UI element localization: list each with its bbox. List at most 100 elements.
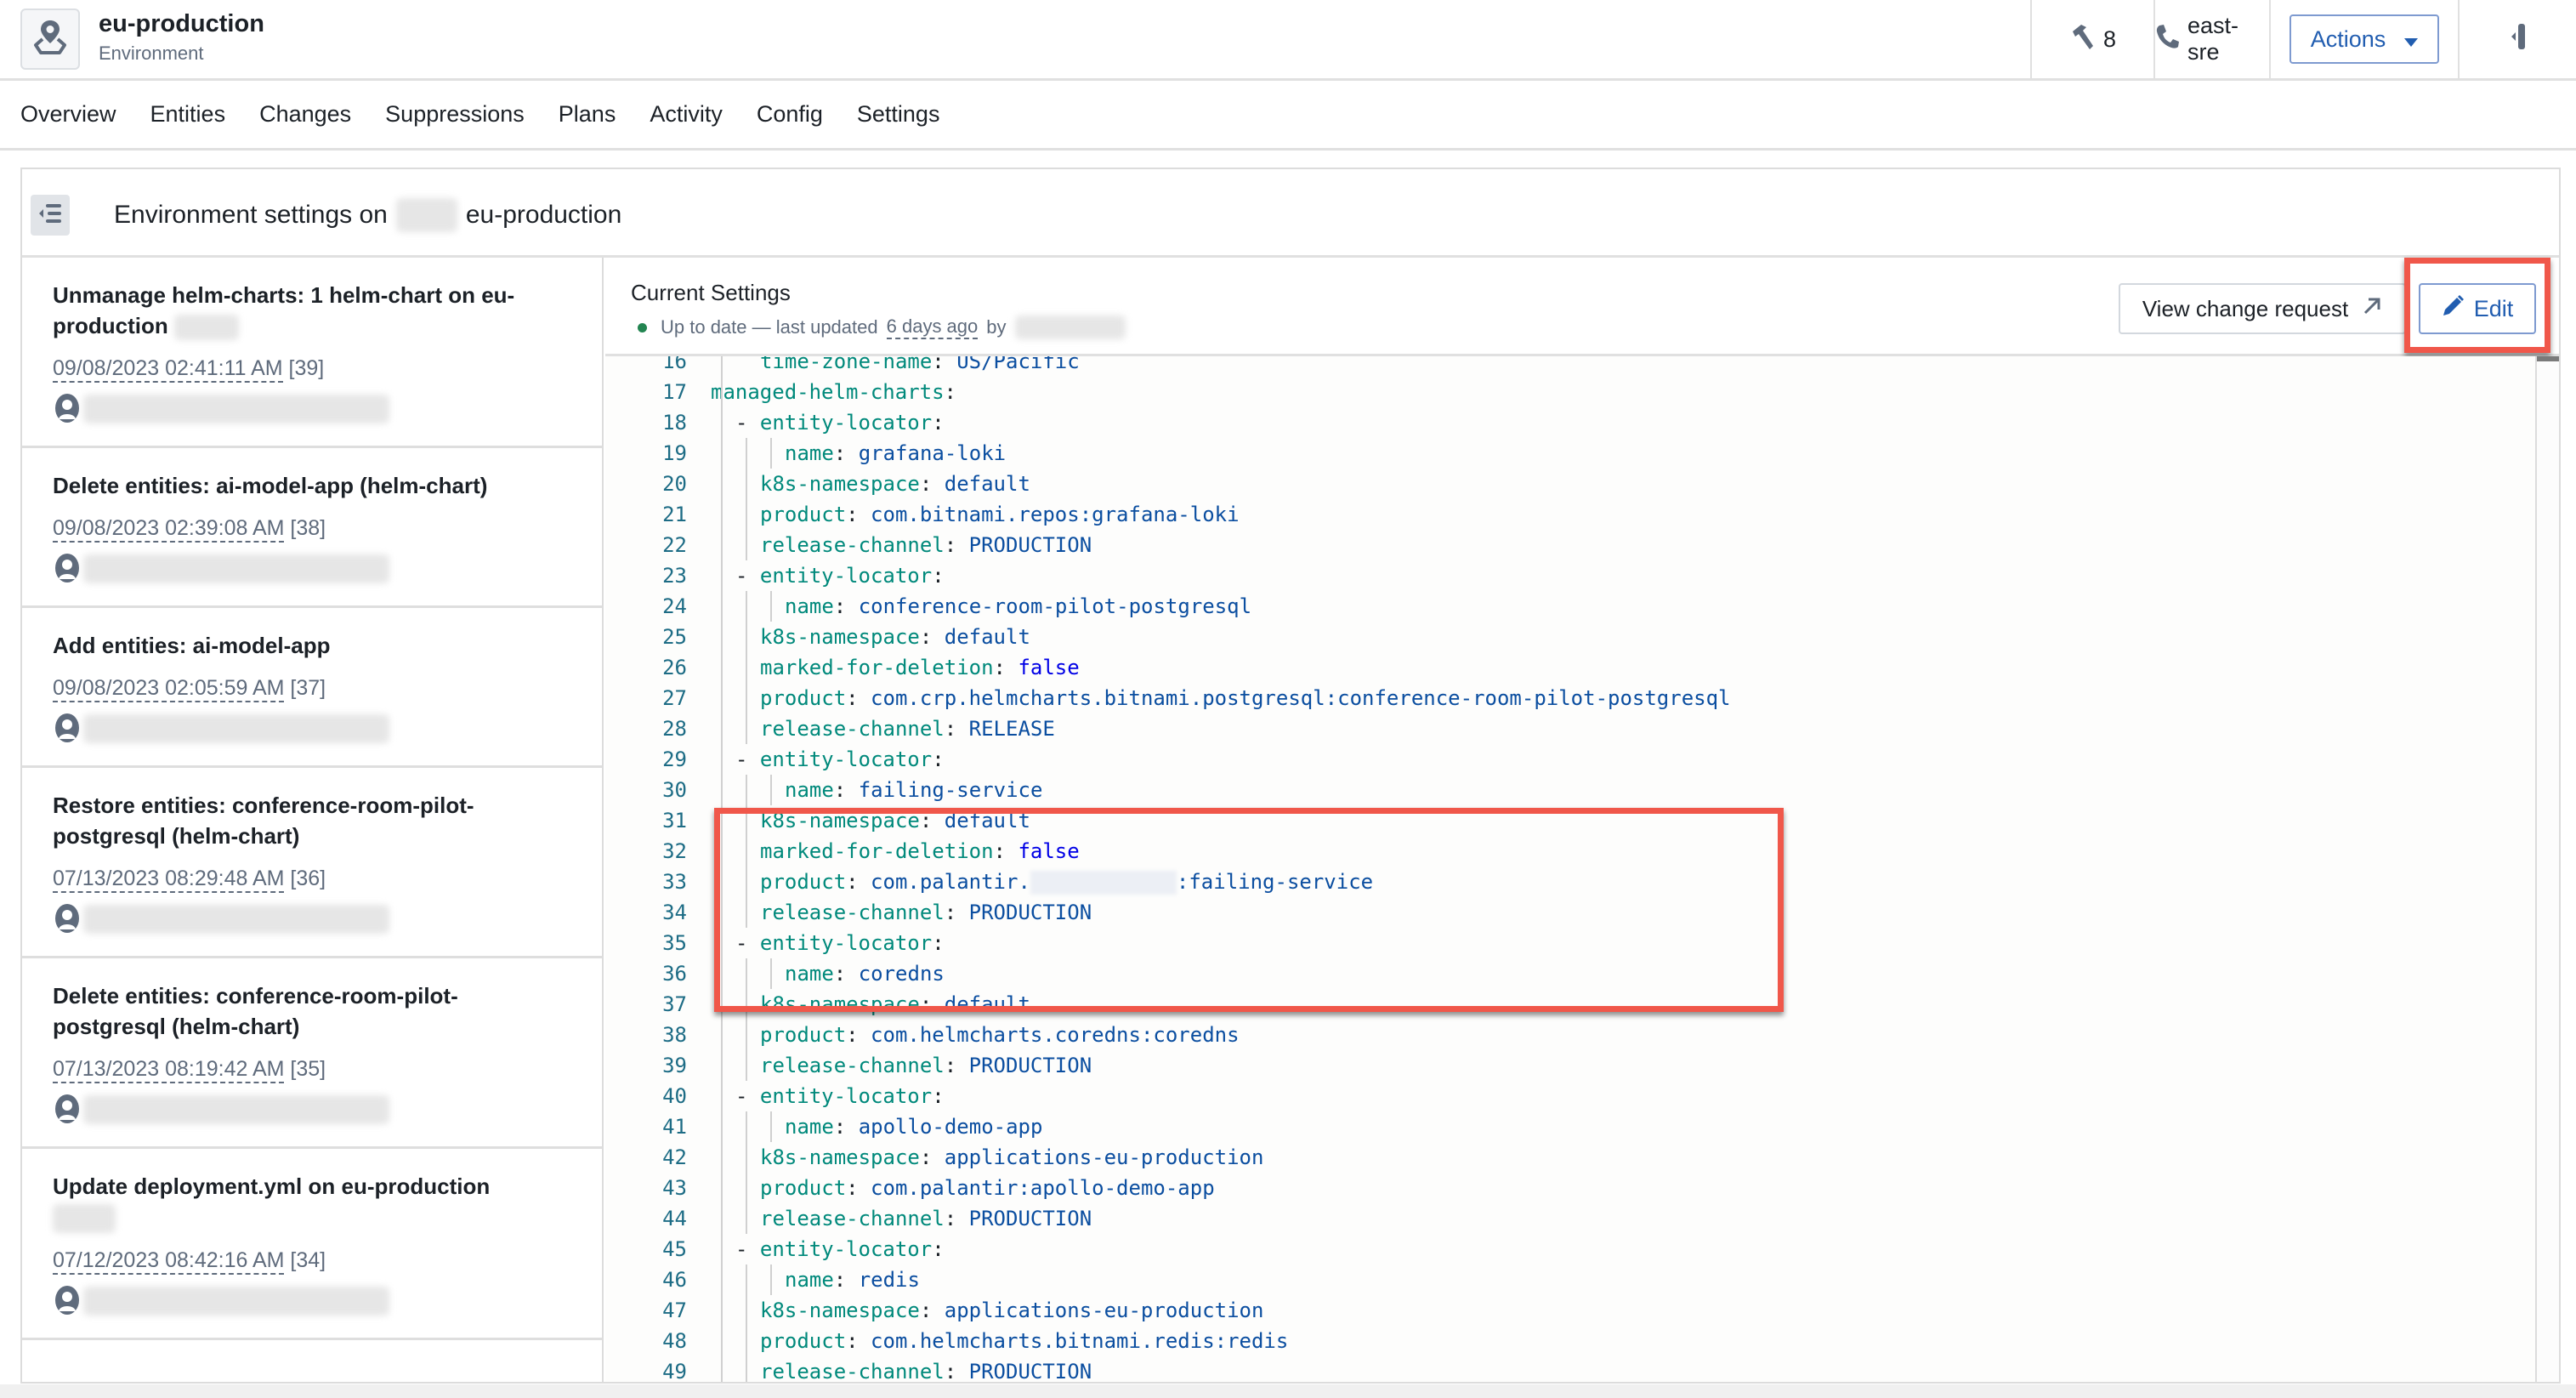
actions-label: Actions xyxy=(2310,26,2386,52)
environment-icon-box xyxy=(20,9,80,70)
tab-activity[interactable]: Activity xyxy=(650,101,723,128)
yaml-key: k8s-namespace xyxy=(760,1299,920,1322)
history-timestamp[interactable]: 07/13/2023 08:29:48 AM xyxy=(53,867,285,893)
code-content: name: grafana-loki xyxy=(785,438,1006,469)
yaml-value: apollo-demo-app xyxy=(846,1115,1043,1139)
line-number: 33 xyxy=(662,870,687,894)
history-timestamp[interactable]: 09/08/2023 02:39:08 AM xyxy=(53,516,285,543)
scrollbar-thumb[interactable] xyxy=(2537,356,2559,361)
history-timestamp[interactable]: 09/08/2023 02:41:11 AM xyxy=(53,356,283,383)
yaml-colon: : xyxy=(944,1054,957,1077)
code-content: release-channel: PRODUCTION xyxy=(760,530,1092,560)
tab-settings[interactable]: Settings xyxy=(857,101,940,128)
redacted-author xyxy=(83,554,389,583)
code-line: 43 product: com.palantir:apollo-demo-app xyxy=(605,1173,2535,1203)
history-timestamp[interactable]: 07/13/2023 08:19:42 AM xyxy=(53,1057,285,1083)
indent-guide xyxy=(746,1295,747,1326)
history-item[interactable]: Delete entities: conference-room-pilot-p… xyxy=(22,958,602,1149)
yaml-colon: : xyxy=(993,839,1006,863)
history-author xyxy=(53,713,602,765)
tab-changes[interactable]: Changes xyxy=(259,101,351,128)
yaml-colon: : xyxy=(944,380,956,404)
status-relative-time[interactable]: 6 days ago xyxy=(886,315,979,339)
code-content: name: conference-room-pilot-postgresql xyxy=(785,591,1251,622)
history-item-title: Delete entities: conference-room-pilot-p… xyxy=(53,983,458,1039)
edit-button[interactable]: Edit xyxy=(2419,283,2536,334)
yaml-value: grafana-loki xyxy=(846,441,1007,465)
redacted-text xyxy=(1030,871,1177,895)
tab-config[interactable]: Config xyxy=(757,101,823,128)
code-line: 28 release-channel: RELEASE xyxy=(605,713,2535,744)
code-line: 39 release-channel: PRODUCTION xyxy=(605,1050,2535,1081)
actions-button[interactable]: Actions xyxy=(2289,14,2439,64)
code-line: 45 - entity-locator: xyxy=(605,1234,2535,1264)
user-icon xyxy=(53,903,82,935)
yaml-code-editor[interactable]: 16 time-zone-name: US/Pacific 17 managed-he… xyxy=(605,356,2535,1382)
history-item[interactable]: Delete entities: ai-model-app (helm-char… xyxy=(22,448,602,608)
history-item[interactable]: Update deployment.yml on eu-production 0… xyxy=(22,1149,602,1341)
indent-guide xyxy=(746,1264,747,1295)
list-dash: - xyxy=(735,931,760,955)
history-item[interactable]: Unmanage helm-charts: 1 helm-chart on eu… xyxy=(22,258,602,448)
history-timestamp[interactable]: 09/08/2023 02:05:59 AM xyxy=(53,676,285,702)
history-item-title: Unmanage helm-charts: 1 helm-chart on eu… xyxy=(53,280,529,341)
tab-suppressions[interactable]: Suppressions xyxy=(385,101,525,128)
line-number: 24 xyxy=(662,594,687,618)
yaml-key: product xyxy=(760,1023,847,1047)
yaml-key: k8s-namespace xyxy=(760,472,920,496)
line-number: 22 xyxy=(662,533,687,557)
yaml-colon: : xyxy=(846,1176,859,1200)
yaml-colon: : xyxy=(932,1084,945,1108)
view-change-request-button[interactable]: View change request xyxy=(2119,283,2406,334)
yaml-colon: : xyxy=(932,411,945,435)
yaml-key: time-zone-name xyxy=(760,356,933,373)
status-text: Up to date — last updated xyxy=(661,316,878,338)
yaml-key: k8s-namespace xyxy=(760,809,920,833)
tab-overview[interactable]: Overview xyxy=(20,101,116,128)
yaml-key: marked-for-deletion xyxy=(760,656,994,679)
redacted-text xyxy=(53,1204,116,1234)
history-item-title: Update deployment.yml on eu-production xyxy=(53,1171,529,1234)
collapse-history-button[interactable] xyxy=(31,195,70,236)
history-timestamp[interactable]: 07/12/2023 08:42:16 AM xyxy=(53,1248,285,1276)
line-number: 23 xyxy=(662,564,687,588)
history-item-meta: 07/13/2023 08:19:42 AM [35] xyxy=(53,1057,602,1083)
settings-header: Current Settings Up to date — last updat… xyxy=(605,258,2559,356)
view-change-request-label: View change request xyxy=(2142,295,2349,321)
code-content: release-channel: PRODUCTION xyxy=(760,1203,1092,1234)
code-content: k8s-namespace: default xyxy=(760,989,1030,1020)
redacted-author xyxy=(83,905,389,934)
editor-scrollbar[interactable] xyxy=(2535,356,2559,1382)
indent-guide xyxy=(746,713,747,744)
yaml-key: entity-locator xyxy=(759,1237,933,1261)
toggle-panel-button[interactable] xyxy=(2458,0,2576,78)
yaml-value: redis xyxy=(846,1268,920,1292)
code-line: 49 release-channel: PRODUCTION xyxy=(605,1356,2535,1382)
hammer-count-button[interactable]: 8 xyxy=(2030,0,2153,78)
code-line: 24 name: conference-room-pilot-postgresql xyxy=(605,591,2535,622)
line-number: 42 xyxy=(662,1145,687,1169)
user-icon xyxy=(53,1285,82,1317)
history-item-meta: 09/08/2023 02:39:08 AM [38] xyxy=(53,516,602,543)
pencil-icon xyxy=(2442,294,2464,323)
yaml-key: release-channel xyxy=(760,1054,945,1077)
history-item-meta: 07/13/2023 08:29:48 AM [36] xyxy=(53,867,602,893)
card-title: Environment settings on eu-production xyxy=(114,198,621,232)
tab-entities[interactable]: Entities xyxy=(150,101,226,128)
line-number: 26 xyxy=(662,656,687,679)
indent-guide xyxy=(746,1203,747,1234)
nav-tabs: Overview Entities Changes Suppressions P… xyxy=(0,81,2576,151)
indent-guide xyxy=(746,683,747,713)
code-content: k8s-namespace: applications-eu-productio… xyxy=(760,1295,1263,1326)
indent-guide xyxy=(746,897,747,928)
yaml-colon: : xyxy=(833,1268,847,1292)
tab-plans[interactable]: Plans xyxy=(559,101,616,128)
indent-guide xyxy=(746,1050,747,1081)
history-item[interactable]: Restore entities: conference-room-pilot-… xyxy=(22,768,602,958)
line-number: 18 xyxy=(662,411,687,435)
status-by: by xyxy=(986,316,1007,338)
history-item[interactable]: Add entities: ai-model-app 09/08/2023 02… xyxy=(22,608,602,768)
yaml-key: name xyxy=(785,594,834,618)
indent-guide xyxy=(770,591,772,622)
oncall-button[interactable]: east-sre xyxy=(2153,0,2269,78)
